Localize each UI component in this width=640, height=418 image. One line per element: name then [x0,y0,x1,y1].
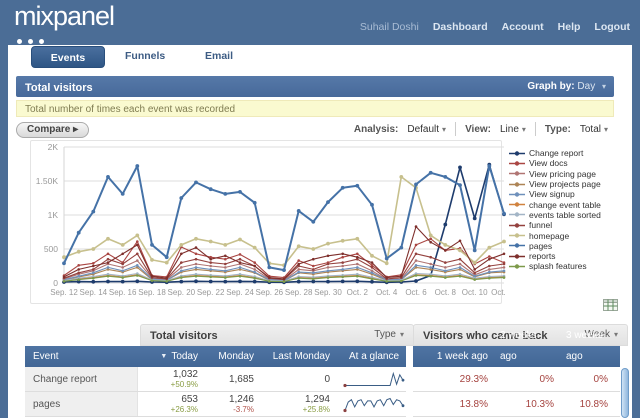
svg-text:1.50K: 1.50K [36,176,59,186]
legend-item[interactable]: funnel [509,220,601,230]
app-header: mixpanel Suhail Doshi Dashboard Account … [0,0,640,45]
table-scrollbar [621,347,630,418]
type-dropdown[interactable]: Total▾ [580,124,608,135]
came-back-row-pages: 13.8% 10.3% 10.8% [413,392,620,417]
view-label: View: [465,124,491,135]
col-last-monday[interactable]: Last Monday [266,346,342,367]
graph-by-label: Graph by: [527,81,574,92]
table-row-change-report: Change report 1,032+50.9% 1,685 0 [25,367,406,392]
chart-legend: Change reportView docsView pricing pageV… [509,148,601,272]
content-panel: Events Funnels Email Total visitors Grap… [8,45,632,418]
chevron-down-icon: ▾ [614,330,618,339]
chevron-down-icon: ▾ [522,125,526,134]
analysis-label: Analysis: [354,124,398,135]
legend-item[interactable]: pages [509,241,601,251]
export-icon[interactable] [603,299,618,311]
svg-text:Sep. 28: Sep. 28 [285,288,313,297]
legend-item[interactable]: Change report [509,148,601,158]
svg-text:Sep. 26: Sep. 26 [256,288,284,297]
compare-button[interactable]: Compare ▸ [16,122,89,138]
svg-text:Sep. 14: Sep. 14 [80,288,108,297]
legend-item[interactable]: change event table [509,199,601,209]
sparkline [342,367,406,391]
svg-text:0: 0 [53,278,58,288]
type-section-dropdown[interactable]: Type▾ [374,325,404,345]
col-monday[interactable]: Monday [210,346,266,367]
table-row-pages: pages 653+26.3% 1,246-3.7% 1,294+25.8% [25,392,406,417]
svg-text:Oct. 4: Oct. 4 [376,288,398,297]
type-label: Type: [545,124,571,135]
legend-item[interactable]: View docs [509,158,601,168]
svg-text:1K: 1K [48,210,59,220]
col-1-week-ago[interactable]: 1 week ago [413,346,500,367]
sparkline [342,392,406,416]
legend-item[interactable]: View pricing page [509,169,601,179]
came-back-row-change-report: 29.3% 0% 0% [413,367,620,392]
chevron-down-icon: ▾ [400,330,404,339]
col-3-weeks-ago[interactable]: 3 weeks ago [566,346,620,367]
total-visitors-section-header: Total visitors Type▾ [140,324,414,346]
event-name[interactable]: Change report [25,367,138,391]
legend-item[interactable]: reports [509,251,601,261]
svg-text:2K: 2K [48,142,59,152]
chevron-down-icon: ▾ [442,125,446,134]
nav-help[interactable]: Help [558,21,581,33]
events-table: Event ▼Today Monday Last Monday At a gla… [25,346,406,417]
header-nav: Suhail Doshi Dashboard Account Help Logo… [360,21,630,33]
tab-strip: Events Funnels Email [8,45,632,72]
graph-by-dropdown[interactable]: Graph by: Day ▾ [527,76,606,97]
legend-item[interactable]: splash features [509,261,601,271]
nav-account[interactable]: Account [502,21,544,33]
scrollbar-thumb[interactable] [621,368,629,418]
legend-item[interactable]: View signup [509,189,601,199]
report-title-bar: Total visitors Graph by: Day ▾ [16,76,614,97]
svg-text:Oct. 12: Oct. 12 [491,288,508,297]
svg-text:Sep. 18: Sep. 18 [138,288,166,297]
svg-text:Oct. 10: Oct. 10 [462,288,488,297]
nav-dashboard[interactable]: Dashboard [433,21,488,33]
svg-text:Sep. 12: Sep. 12 [50,288,78,297]
tab-email[interactable]: Email [205,50,233,62]
col-today[interactable]: ▼Today [138,346,210,367]
events-table-header: Event ▼Today Monday Last Monday At a gla… [25,346,406,367]
col-event[interactable]: Event [25,346,138,367]
chevron-down-icon: ▾ [604,125,608,134]
nav-logout[interactable]: Logout [594,21,630,33]
graph-by-value: Day [577,81,595,92]
report-title: Total visitors [16,82,93,94]
came-back-table: 1 week ago 2 weeks ago 3 weeks ago 29.3%… [413,346,620,417]
legend-item[interactable]: View projects page [509,179,601,189]
came-back-table-header: 1 week ago 2 weeks ago 3 weeks ago [413,346,620,367]
sort-desc-icon: ▼ [160,346,167,367]
legend-item[interactable]: homepage [509,230,601,240]
user-name: Suhail Doshi [360,21,419,33]
chart-controls: Compare ▸ Analysis: Default▾ View: Line▾… [16,121,614,141]
mixpanel-logo[interactable]: mixpanel [14,1,114,32]
svg-text:Sep. 30: Sep. 30 [314,288,342,297]
svg-text:Oct. 6: Oct. 6 [405,288,427,297]
svg-text:Sep. 24: Sep. 24 [226,288,254,297]
svg-text:Sep. 16: Sep. 16 [109,288,137,297]
analysis-dropdown[interactable]: Default▾ [407,124,446,135]
report-subtitle: Total number of times each event was rec… [16,100,614,117]
svg-text:Oct. 2: Oct. 2 [347,288,369,297]
legend-item[interactable]: events table sorted [509,210,601,220]
col-at-a-glance[interactable]: At a glance [342,346,406,367]
svg-text:500: 500 [44,244,58,254]
tab-funnels[interactable]: Funnels [125,50,165,62]
tab-events[interactable]: Events [31,46,105,68]
col-2-weeks-ago[interactable]: 2 weeks ago [500,346,566,367]
chevron-down-icon: ▾ [602,82,606,91]
event-name[interactable]: pages [25,392,138,416]
divider [535,122,536,136]
svg-text:Oct. 8: Oct. 8 [435,288,457,297]
svg-text:Sep. 22: Sep. 22 [197,288,225,297]
view-dropdown[interactable]: Line▾ [500,124,526,135]
divider [455,122,456,136]
svg-text:Sep. 20: Sep. 20 [168,288,196,297]
events-line-chart: 0 500 1K 1.50K 2K Sep. 12Sep. 14Sep. 16Sep. 1… [16,140,508,306]
